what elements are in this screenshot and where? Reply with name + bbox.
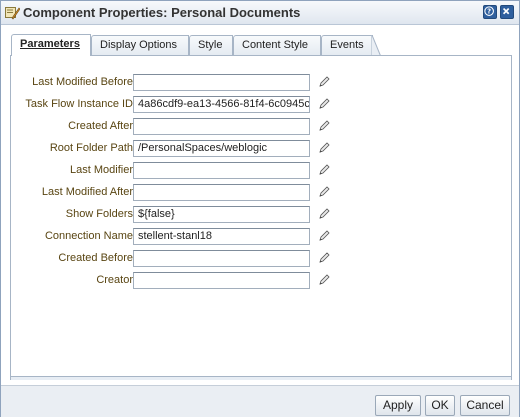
tab-display-options[interactable]: Display Options	[91, 35, 189, 56]
param-label: Connection Name	[44, 230, 133, 242]
svg-text:?: ?	[487, 8, 491, 16]
show-folders-field[interactable]: ${false}	[133, 206, 310, 223]
dialog-title: Component Properties: Personal Documents	[23, 5, 301, 20]
tab-label: Parameters	[20, 38, 80, 50]
tab-label: Events	[330, 39, 364, 51]
edit-pencil-icon[interactable]	[318, 186, 330, 198]
tab-events[interactable]: Events	[321, 35, 381, 57]
title-bar[interactable]: Component Properties: Personal Documents…	[1, 1, 519, 25]
task-flow-instance-id-field[interactable]: 4a86cdf9-ea13-4566-81f4-6c0945c	[133, 96, 310, 113]
param-row-task-flow-instance-id: Task Flow Instance ID 4a86cdf9-ea13-4566…	[11, 96, 513, 116]
panel-bottom-edge	[10, 377, 512, 380]
edit-pencil-icon[interactable]	[318, 142, 330, 154]
param-row-show-folders: Show Folders ${false}	[11, 206, 513, 226]
help-button[interactable]: ?	[483, 5, 497, 19]
param-label: Last Modified After	[41, 186, 133, 198]
edit-pencil-icon[interactable]	[318, 120, 330, 132]
param-label: Created Before	[58, 252, 133, 264]
parameters-panel: Last Modified Before Task Flow Instance …	[10, 55, 512, 377]
param-label: Root Folder Path	[49, 142, 133, 154]
param-row-last-modified-before: Last Modified Before	[11, 74, 513, 94]
edit-pencil-icon[interactable]	[318, 230, 330, 242]
tab-style[interactable]: Style	[189, 35, 233, 56]
param-row-last-modified-after: Last Modified After	[11, 184, 513, 204]
close-button[interactable]	[500, 5, 514, 19]
param-row-creator: Creator	[11, 272, 513, 292]
created-after-field[interactable]	[133, 118, 310, 135]
creator-field[interactable]	[133, 272, 310, 289]
last-modified-before-field[interactable]	[133, 74, 310, 91]
edit-pencil-icon[interactable]	[318, 208, 330, 220]
edit-pencil-icon[interactable]	[318, 98, 330, 110]
component-properties-dialog: Component Properties: Personal Documents…	[0, 0, 520, 417]
param-label: Creator	[96, 274, 133, 286]
root-folder-path-field[interactable]: /PersonalSpaces/weblogic	[133, 140, 310, 157]
connection-name-field[interactable]: stellent-stanl18	[133, 228, 310, 245]
help-icon: ?	[484, 6, 494, 16]
param-label: Created After	[68, 120, 133, 132]
tab-corner	[371, 35, 381, 57]
cancel-button[interactable]: Cancel	[460, 395, 510, 416]
tab-label: Content Style	[242, 39, 309, 51]
close-icon	[502, 7, 510, 15]
edit-pencil-icon[interactable]	[318, 274, 330, 286]
created-before-field[interactable]	[133, 250, 310, 267]
dialog-footer: Apply OK Cancel	[1, 385, 519, 417]
tab-content-style[interactable]: Content Style	[233, 35, 321, 56]
param-label: Task Flow Instance ID	[25, 98, 133, 110]
param-label: Last Modifier	[70, 164, 133, 176]
param-row-last-modifier: Last Modifier	[11, 162, 513, 182]
apply-button[interactable]: Apply	[375, 395, 421, 416]
ok-button[interactable]: OK	[425, 395, 455, 416]
tab-parameters[interactable]: Parameters	[11, 34, 91, 56]
last-modified-after-field[interactable]	[133, 184, 310, 201]
param-label: Last Modified Before	[32, 76, 133, 88]
edit-pencil-icon[interactable]	[318, 76, 330, 88]
param-row-created-after: Created After	[11, 118, 513, 138]
edit-pencil-icon[interactable]	[318, 164, 330, 176]
param-row-created-before: Created Before	[11, 250, 513, 270]
tab-label: Style	[198, 39, 223, 51]
tab-label: Display Options	[100, 39, 178, 51]
param-row-root-folder-path: Root Folder Path /PersonalSpaces/weblogi…	[11, 140, 513, 160]
last-modifier-field[interactable]	[133, 162, 310, 179]
param-label: Show Folders	[65, 208, 133, 220]
edit-properties-icon	[5, 7, 20, 20]
edit-pencil-icon[interactable]	[318, 252, 330, 264]
param-row-connection-name: Connection Name stellent-stanl18	[11, 228, 513, 248]
